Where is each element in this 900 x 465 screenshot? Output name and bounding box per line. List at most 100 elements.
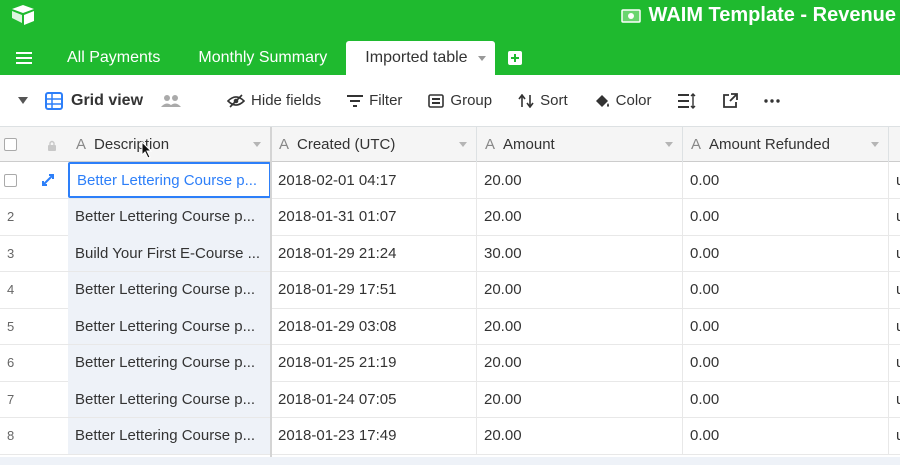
row-number[interactable]: 4 <box>0 272 68 308</box>
cell-amount-refunded[interactable]: 0.00 <box>683 344 889 381</box>
hide-fields-button[interactable]: Hide fields <box>227 92 321 109</box>
chevron-down-icon[interactable] <box>477 55 486 61</box>
row-checkbox[interactable] <box>4 173 17 187</box>
cell-amount[interactable]: 20.00 <box>477 381 683 417</box>
table-row[interactable]: 6 Better Lettering Course p... 2018-01-25 … <box>0 344 900 382</box>
cell-amount-refunded[interactable]: 0.00 <box>683 381 889 417</box>
row-height-button[interactable] <box>677 92 696 109</box>
cell-next-column[interactable]: u <box>889 308 900 344</box>
cell-amount[interactable]: 20.00 <box>477 344 683 381</box>
eye-slash-icon <box>227 93 246 108</box>
cell-created[interactable]: 2018-01-23 17:49 <box>271 417 477 454</box>
select-all-checkbox[interactable] <box>4 138 17 151</box>
column-header-amount-refunded[interactable]: A Amount Refunded <box>683 127 889 162</box>
cell-next-column[interactable]: u <box>889 345 900 381</box>
cell-created[interactable]: 2018-02-01 04:17 <box>271 162 477 198</box>
view-switcher[interactable]: Grid view <box>45 91 143 110</box>
cell-next-column[interactable]: u <box>889 199 900 235</box>
column-header-description[interactable]: A Description <box>68 127 271 162</box>
table-row[interactable]: 3 Build Your First E-Course ... 2018-01-29… <box>0 235 900 272</box>
airtable-logo-icon[interactable] <box>10 4 36 26</box>
row-number[interactable]: 7 <box>0 381 68 417</box>
cell-amount-refunded[interactable]: 0.00 <box>683 308 889 344</box>
color-button[interactable]: Color <box>594 92 652 109</box>
table-row[interactable]: 8 Better Lettering Course p... 2018-01-23 … <box>0 417 900 455</box>
cell-description[interactable]: Better Lettering Course p... <box>68 162 271 198</box>
tab-all-payments[interactable]: All Payments <box>48 41 179 75</box>
cell-description[interactable]: Better Lettering Course p... <box>68 271 271 308</box>
row-number[interactable]: 5 <box>0 308 68 344</box>
base-title[interactable]: WAIM Template - Revenue <box>620 4 896 27</box>
cell-amount-refunded[interactable]: 0.00 <box>683 271 889 308</box>
cell-next-column[interactable]: u <box>889 381 900 417</box>
cell-amount-refunded[interactable]: 0.00 <box>683 198 889 235</box>
more-icon <box>763 98 780 103</box>
cell-next-column[interactable]: u <box>889 418 900 454</box>
column-menu-chevron-icon[interactable] <box>459 142 467 147</box>
cell-description[interactable]: Better Lettering Course p... <box>68 198 271 235</box>
row-number[interactable]: 2 <box>0 199 68 235</box>
cell-amount[interactable]: 20.00 <box>477 271 683 308</box>
column-menu-chevron-icon[interactable] <box>665 142 673 147</box>
cell-description[interactable]: Better Lettering Course p... <box>68 381 271 417</box>
cell-description[interactable]: Better Lettering Course p... <box>68 417 271 454</box>
column-header-amount[interactable]: A Amount <box>477 127 683 162</box>
table-row[interactable]: 2 Better Lettering Course p... 2018-01-31 … <box>0 198 900 236</box>
cell-created[interactable]: 2018-01-29 21:24 <box>271 235 477 271</box>
cell-created[interactable]: 2018-01-29 03:08 <box>271 308 477 344</box>
add-table-button[interactable] <box>495 41 535 75</box>
cell-created[interactable]: 2018-01-24 07:05 <box>271 381 477 417</box>
more-options-button[interactable] <box>763 98 780 103</box>
table-row[interactable]: 4 Better Lettering Course p... 2018-01-29 … <box>0 271 900 309</box>
cell-amount[interactable]: 30.00 <box>477 235 683 271</box>
tab-monthly-summary[interactable]: Monthly Summary <box>179 41 346 75</box>
group-button[interactable]: Group <box>428 92 492 109</box>
column-menu-chevron-icon[interactable] <box>871 142 879 147</box>
cell-amount[interactable]: 20.00 <box>477 308 683 344</box>
mouse-cursor-icon <box>141 141 153 159</box>
table-row[interactable]: 5 Better Lettering Course p... 2018-01-29 … <box>0 308 900 345</box>
text-field-icon: A <box>76 136 87 153</box>
cell-amount[interactable]: 20.00 <box>477 417 683 454</box>
cell-amount[interactable]: 20.00 <box>477 198 683 235</box>
cell-created[interactable]: 2018-01-25 21:19 <box>271 344 477 381</box>
sort-button[interactable]: Sort <box>518 92 568 109</box>
filter-button[interactable]: Filter <box>347 92 402 109</box>
cell-description[interactable]: Better Lettering Course p... <box>68 344 271 381</box>
cell-amount[interactable]: 20.00 <box>477 162 683 198</box>
row-number[interactable]: 3 <box>0 235 68 271</box>
cell-created[interactable]: 2018-01-31 01:07 <box>271 198 477 235</box>
tab-label: All Payments <box>67 49 161 66</box>
hamburger-icon <box>16 52 32 64</box>
column-menu-chevron-icon[interactable] <box>253 142 261 147</box>
view-switcher-caret-icon[interactable] <box>18 97 28 104</box>
cell-next-column[interactable]: u <box>889 162 900 198</box>
hide-fields-label: Hide fields <box>251 92 322 109</box>
column-header-created[interactable]: A Created (UTC) <box>271 127 477 162</box>
row-number-label: 8 <box>7 428 15 443</box>
cell-description[interactable]: Build Your First E-Course ... <box>68 235 271 271</box>
cell-amount-refunded[interactable]: 0.00 <box>683 417 889 454</box>
expand-record-icon[interactable] <box>42 174 54 186</box>
row-number[interactable] <box>0 162 68 198</box>
row-number[interactable]: 6 <box>0 345 68 381</box>
text-field-icon: A <box>691 136 702 153</box>
row-number[interactable]: 8 <box>0 418 68 454</box>
share-view-button[interactable] <box>722 92 738 109</box>
collaborative-view-icon[interactable] <box>161 94 182 108</box>
cell-next-column[interactable]: u <box>889 272 900 308</box>
cell-next-column[interactable]: u <box>889 235 900 271</box>
table-row[interactable]: 7 Better Lettering Course p... 2018-01-24 … <box>0 381 900 418</box>
table-row[interactable]: Better Lettering Course p... 2018-02-01 0… <box>0 162 900 199</box>
cell-description[interactable]: Better Lettering Course p... <box>68 308 271 344</box>
column-header-label: Amount <box>503 136 555 153</box>
select-all-header <box>0 127 68 162</box>
frozen-column-divider[interactable] <box>270 127 272 465</box>
menu-button[interactable] <box>0 41 48 75</box>
share-icon <box>722 92 738 108</box>
cell-amount-refunded[interactable]: 0.00 <box>683 162 889 198</box>
cell-amount-refunded[interactable]: 0.00 <box>683 235 889 271</box>
row-number-label: 7 <box>7 391 15 407</box>
cell-created[interactable]: 2018-01-29 17:51 <box>271 271 477 308</box>
tab-imported-table[interactable]: Imported table <box>346 41 495 75</box>
